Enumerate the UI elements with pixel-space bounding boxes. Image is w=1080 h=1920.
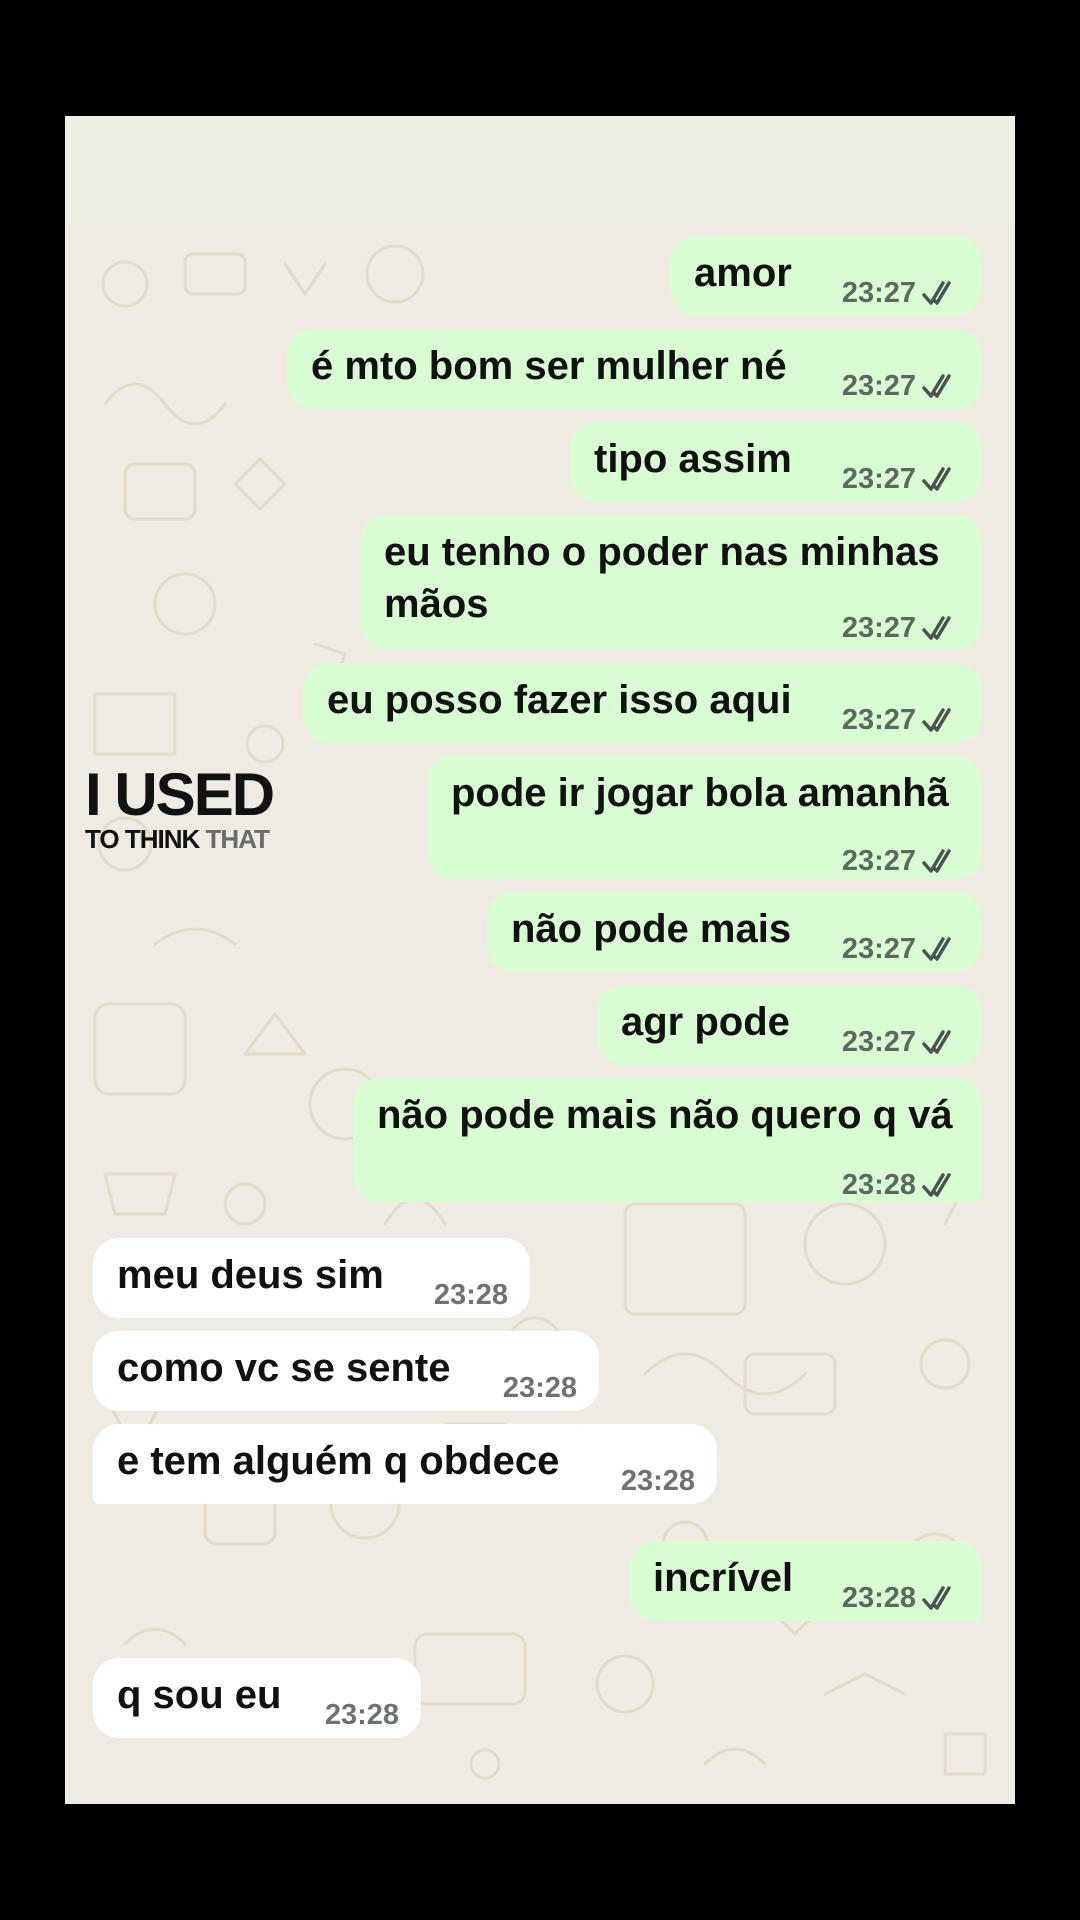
- message-time: 23:27: [841, 845, 916, 877]
- double-check-icon: [922, 708, 951, 732]
- message-text: não pode mais: [511, 907, 792, 951]
- message-time: 23:28: [841, 1169, 916, 1201]
- watermark-line2: TO THINK THAT: [85, 824, 273, 854]
- message-text: e tem alguém q obdece: [117, 1439, 560, 1483]
- message-meta: 23:27: [842, 922, 960, 976]
- message-text: é mto bom ser mulher né: [311, 344, 787, 388]
- outgoing-message[interactable]: não pode mais não quero q vá 23:28: [353, 1078, 982, 1202]
- message-time: 23:27: [841, 704, 916, 736]
- message-meta: 23:28: [842, 1158, 960, 1212]
- outgoing-message[interactable]: agr pode 23:27: [597, 985, 982, 1065]
- message-time: 23:28: [620, 1465, 695, 1497]
- outgoing-message[interactable]: incrível 23:28: [629, 1541, 982, 1621]
- watermark-line2b: THAT: [205, 824, 270, 854]
- message-time: 23:28: [502, 1372, 577, 1404]
- message-time: 23:27: [841, 277, 916, 309]
- message-time: 23:28: [841, 1582, 916, 1614]
- message-meta: 23:27: [842, 452, 960, 506]
- outgoing-message[interactable]: pode ir jogar bola amanhã 23:27: [427, 756, 982, 879]
- message-meta: 23:27: [842, 834, 960, 888]
- outgoing-message[interactable]: amor 23:27: [670, 236, 982, 316]
- message-text: incrível: [653, 1556, 794, 1600]
- incoming-message[interactable]: como vc se sente 23:28: [93, 1331, 599, 1411]
- outgoing-message[interactable]: tipo assim 23:27: [570, 422, 982, 502]
- incoming-message[interactable]: e tem alguém q obdece 23:28: [93, 1424, 717, 1504]
- message-text: tipo assim: [594, 437, 792, 481]
- watermark-logo: I USED TO THINK THAT: [85, 761, 275, 855]
- message-time: 23:28: [324, 1699, 399, 1731]
- message-time: 23:27: [841, 933, 916, 965]
- message-time: 23:27: [841, 463, 916, 495]
- message-text: como vc se sente: [117, 1346, 451, 1390]
- message-time: 23:27: [841, 370, 916, 402]
- double-check-icon: [922, 467, 951, 491]
- message-meta: 23:27: [842, 693, 960, 747]
- message-text: não pode mais não quero q vá: [377, 1093, 953, 1137]
- double-check-icon: [922, 616, 951, 640]
- watermark-line1: I USED: [85, 761, 275, 828]
- outgoing-message[interactable]: eu tenho o poder nas minhas mãos 23:27: [360, 515, 982, 649]
- message-text-line2: mãos: [384, 582, 489, 626]
- outgoing-message[interactable]: eu posso fazer isso aqui 23:27: [303, 663, 982, 743]
- chat-screen: I USED TO THINK THAT amor 23:27 é mto bo…: [65, 116, 1015, 1804]
- incoming-message[interactable]: meu deus sim 23:28: [93, 1238, 530, 1318]
- incoming-message[interactable]: q sou eu 23:28: [93, 1658, 421, 1738]
- outgoing-message[interactable]: não pode mais 23:27: [487, 892, 982, 972]
- double-check-icon: [922, 937, 951, 961]
- message-time: 23:28: [433, 1279, 508, 1311]
- message-text: meu deus sim: [117, 1253, 384, 1297]
- double-check-icon: [922, 374, 951, 398]
- message-meta: 23:27: [842, 1015, 960, 1069]
- message-text: pode ir jogar bola amanhã: [451, 771, 949, 815]
- watermark-line2a: TO THINK: [85, 824, 200, 854]
- double-check-icon: [922, 281, 951, 305]
- message-text: q sou eu: [117, 1673, 282, 1717]
- double-check-icon: [922, 1030, 951, 1054]
- double-check-icon: [922, 849, 951, 873]
- message-meta: 23:28: [842, 1571, 960, 1625]
- message-meta: 23:27: [842, 601, 960, 655]
- message-meta: 23:27: [842, 359, 960, 413]
- double-check-icon: [922, 1586, 951, 1610]
- message-text: agr pode: [621, 1000, 790, 1044]
- outgoing-message[interactable]: é mto bom ser mulher né 23:27: [287, 329, 982, 409]
- message-meta: 23:27: [842, 266, 960, 320]
- message-text: eu tenho o poder nas minhas: [384, 530, 940, 574]
- message-time: 23:27: [841, 612, 916, 644]
- message-text: eu posso fazer isso aqui: [327, 678, 792, 722]
- message-time: 23:27: [841, 1026, 916, 1058]
- double-check-icon: [922, 1173, 951, 1197]
- message-text: amor: [694, 251, 792, 295]
- chat-header-area: [65, 116, 1015, 224]
